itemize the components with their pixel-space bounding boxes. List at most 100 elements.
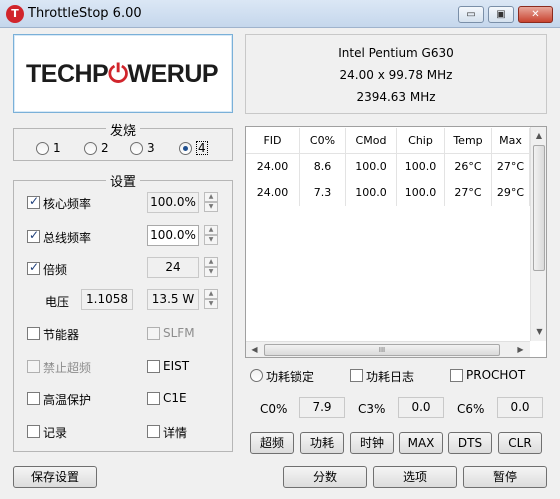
- bd-prochot-label: 高温保护: [43, 393, 92, 407]
- window-title: ThrottleStop 6.00: [28, 6, 142, 21]
- app-icon: T: [6, 5, 24, 23]
- scroll-right-icon[interactable]: ▶: [512, 342, 529, 357]
- power-saver-label: 节能器: [43, 328, 80, 342]
- log-label: 记录: [43, 426, 68, 440]
- more-checkbox[interactable]: [147, 425, 160, 438]
- power-lock-radio[interactable]: [250, 369, 263, 382]
- core-freq-checkbox[interactable]: [27, 194, 40, 209]
- voltage-value: 1.1058: [81, 289, 133, 310]
- maximize-button[interactable]: ▣: [488, 6, 514, 23]
- table-cell: 8.6: [300, 154, 346, 180]
- voltage-spinner[interactable]: ▲ ▼: [204, 289, 218, 310]
- bd-prochot-checkbox[interactable]: [27, 392, 40, 405]
- horizontal-scrollbar[interactable]: ◀ III ▶: [246, 341, 530, 357]
- table-cell: 100.0: [346, 180, 397, 206]
- profile-radio-4[interactable]: [179, 142, 192, 155]
- c0-value: 7.9: [299, 397, 345, 418]
- table-cell: 24.00: [246, 154, 300, 180]
- logo-text: TECHP⏻WERUP: [26, 60, 219, 88]
- table-cell: 24.00: [246, 180, 300, 206]
- table-header-cmod: CMod: [346, 128, 397, 154]
- power-saver-checkbox[interactable]: [27, 327, 40, 340]
- core-freq-spinner[interactable]: ▲ ▼: [204, 192, 218, 213]
- bus-freq-checkbox[interactable]: [27, 228, 40, 243]
- table-cell: 29°C: [492, 180, 530, 206]
- multiplier-label: 倍频: [43, 263, 68, 277]
- table-cell: 7.3: [300, 180, 346, 206]
- c6-value: 0.0: [497, 397, 543, 418]
- bus-freq-value[interactable]: 100.0%: [147, 225, 199, 246]
- techpowerup-logo[interactable]: TECHP⏻WERUP: [13, 34, 233, 113]
- bus-freq-spinner[interactable]: ▲ ▼: [204, 225, 218, 246]
- table-cell: 26°C: [445, 154, 492, 180]
- max-button[interactable]: MAX: [399, 432, 443, 454]
- table-cell: 27°C: [492, 154, 530, 180]
- c3-value: 0.0: [398, 397, 444, 418]
- monitor-table[interactable]: FID C0% CMod Chip Temp Max 24.00 8.6 100…: [245, 126, 547, 358]
- settings-group-title: 设置: [106, 171, 141, 190]
- vertical-scrollbar[interactable]: ▲ ▼: [530, 127, 546, 341]
- power-watts-value: 13.5 W: [147, 289, 199, 310]
- multiplier-value: 24: [147, 257, 199, 278]
- core-freq-value: 100.0%: [147, 192, 199, 213]
- table-header-c0: C0%: [300, 128, 346, 154]
- table-header-fid: FID: [246, 128, 300, 154]
- slfm-checkbox[interactable]: [147, 327, 160, 340]
- scroll-down-icon[interactable]: ▼: [531, 323, 546, 340]
- profile-radio-1-label: 1: [53, 141, 61, 155]
- slfm-label: SLFM: [163, 326, 195, 340]
- profile-group-title: 发烧: [106, 120, 141, 139]
- options-button[interactable]: 选项: [373, 466, 457, 488]
- scroll-up-icon[interactable]: ▲: [531, 127, 546, 144]
- pause-button[interactable]: 暂停: [463, 466, 547, 488]
- profile-radio-2-label: 2: [101, 141, 109, 155]
- log-checkbox[interactable]: [27, 425, 40, 438]
- multiplier-checkbox[interactable]: [27, 260, 40, 275]
- profile-radio-2[interactable]: [84, 142, 97, 155]
- minimize-button[interactable]: ▭: [458, 6, 484, 23]
- more-label: 详情: [163, 426, 188, 440]
- table-header-max: Max: [492, 128, 530, 154]
- table-cell: 27°C: [445, 180, 492, 206]
- turbo-button[interactable]: 超频: [250, 432, 294, 454]
- vertical-scroll-thumb[interactable]: [533, 145, 545, 271]
- c3-label: C3%: [358, 402, 386, 416]
- close-button[interactable]: ✕: [518, 6, 553, 23]
- table-cell: 100.0: [397, 180, 445, 206]
- eist-checkbox[interactable]: [147, 360, 160, 373]
- clock-button[interactable]: 时钟: [350, 432, 394, 454]
- score-button[interactable]: 分数: [283, 466, 367, 488]
- table-header-chip: Chip: [397, 128, 445, 154]
- eist-label: EIST: [163, 359, 190, 373]
- prochot-label: PROCHOT: [466, 368, 526, 382]
- table-header-temp: Temp: [445, 128, 492, 154]
- scroll-left-icon[interactable]: ◀: [246, 342, 263, 357]
- power-lock-label: 功耗锁定: [266, 370, 315, 384]
- cpu-frequency: 2394.63 MHz: [356, 90, 436, 104]
- c0-label: C0%: [260, 402, 288, 416]
- power-log-label: 功耗日志: [366, 370, 415, 384]
- profile-radio-3[interactable]: [130, 142, 143, 155]
- table-cell: 100.0: [397, 154, 445, 180]
- core-freq-label: 核心频率: [43, 197, 92, 211]
- c1e-label: C1E: [163, 391, 187, 405]
- power-icon: ⏻: [108, 60, 128, 88]
- cpu-multiplier-bclk: 24.00 x 99.78 MHz: [339, 68, 453, 82]
- table-cell: 100.0: [346, 154, 397, 180]
- multiplier-spinner[interactable]: ▲ ▼: [204, 257, 218, 278]
- prochot-checkbox[interactable]: [450, 369, 463, 382]
- profile-radio-1[interactable]: [36, 142, 49, 155]
- disable-turbo-label: 禁止超频: [43, 361, 92, 375]
- power-button[interactable]: 功耗: [300, 432, 344, 454]
- title-bar: T ThrottleStop 6.00 ▭ ▣ ✕: [0, 0, 560, 28]
- power-log-checkbox[interactable]: [350, 369, 363, 382]
- clr-button[interactable]: CLR: [498, 432, 542, 454]
- voltage-label: 电压: [45, 295, 70, 309]
- horizontal-scroll-thumb[interactable]: III: [264, 344, 500, 356]
- profile-radio-3-label: 3: [147, 141, 155, 155]
- dts-button[interactable]: DTS: [448, 432, 492, 454]
- save-settings-button[interactable]: 保存设置: [13, 466, 97, 488]
- c6-label: C6%: [457, 402, 485, 416]
- c1e-checkbox[interactable]: [147, 392, 160, 405]
- disable-turbo-checkbox[interactable]: [27, 360, 40, 373]
